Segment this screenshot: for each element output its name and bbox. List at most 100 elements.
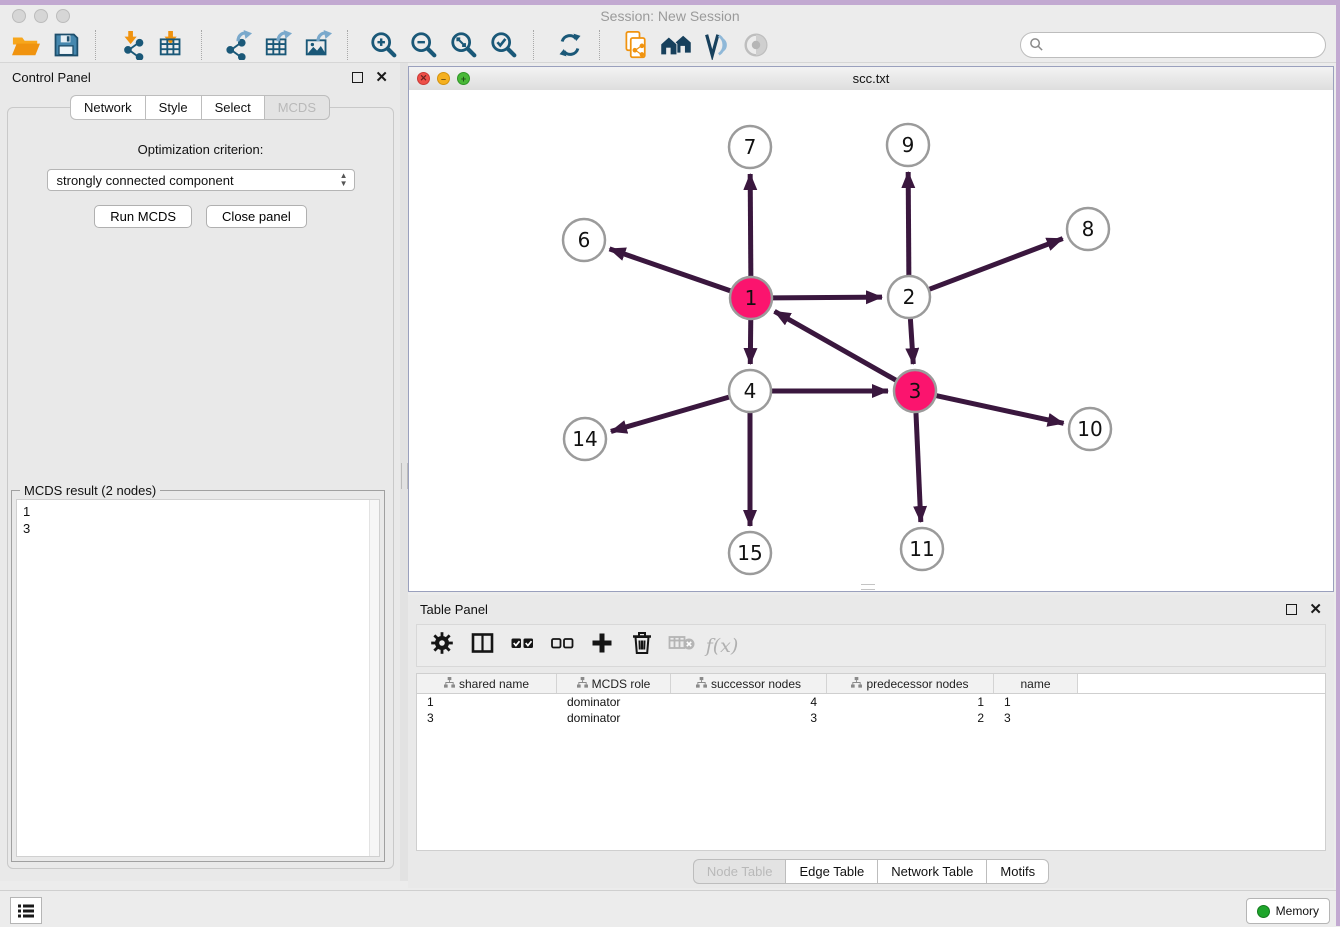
cell-name[interactable]: 3 xyxy=(994,710,1078,726)
network-close-button[interactable]: ✕ xyxy=(417,72,430,85)
column-label: MCDS role xyxy=(592,677,651,691)
table-row-2[interactable]: 3dominator323 xyxy=(417,710,1325,726)
column-header-successor-nodes[interactable]: successor nodes xyxy=(671,674,827,693)
table-row-1[interactable]: 1dominator411 xyxy=(417,694,1325,710)
import-network-button[interactable] xyxy=(112,28,152,62)
unselect-all-rows-button[interactable] xyxy=(549,633,575,659)
export-table-icon xyxy=(263,30,293,60)
cell-name[interactable]: 1 xyxy=(994,694,1078,710)
cell-shared-name[interactable]: 1 xyxy=(417,694,557,710)
select-all-rows-button[interactable] xyxy=(509,633,535,659)
node-7[interactable]: 7 xyxy=(729,126,771,168)
tab-network-table[interactable]: Network Table xyxy=(877,859,986,884)
import-table-button[interactable] xyxy=(152,28,192,62)
save-icon xyxy=(52,31,80,59)
tab-style[interactable]: Style xyxy=(145,95,201,120)
node-3[interactable]: 3 xyxy=(894,370,936,412)
export-image-button[interactable] xyxy=(298,28,338,62)
edge-3-10[interactable] xyxy=(936,396,1063,424)
tab-mcds[interactable]: MCDS xyxy=(264,95,330,120)
tab-edge-table[interactable]: Edge Table xyxy=(785,859,877,884)
edge-4-14[interactable] xyxy=(611,397,729,431)
node-11[interactable]: 11 xyxy=(901,528,943,570)
network-canvas[interactable]: 7 9 6 8 1 2 4 3 14 10 15 11 xyxy=(409,90,1333,591)
run-mcds-button[interactable]: Run MCDS xyxy=(94,205,192,228)
criterion-select[interactable]: strongly connected component ▲▼ xyxy=(47,169,355,191)
close-panel-icon[interactable]: ✕ xyxy=(375,73,388,82)
apply-layout-button[interactable] xyxy=(550,28,590,62)
column-header-name[interactable]: name xyxy=(994,674,1078,693)
network-minimize-button[interactable]: – xyxy=(437,72,450,85)
control-panel-title: Control Panel xyxy=(12,70,352,85)
node-6[interactable]: 6 xyxy=(563,219,605,261)
export-table-button[interactable] xyxy=(258,28,298,62)
node-4[interactable]: 4 xyxy=(729,370,771,412)
zoom-selected-button[interactable] xyxy=(484,28,524,62)
search-input[interactable] xyxy=(1044,36,1317,53)
panel-splitter[interactable] xyxy=(400,63,408,881)
delete-button[interactable] xyxy=(629,633,655,659)
tab-motifs[interactable]: Motifs xyxy=(986,859,1049,884)
save-session-button[interactable] xyxy=(46,28,86,62)
float-table-panel-icon[interactable] xyxy=(1286,604,1297,615)
zoom-in-icon xyxy=(369,30,399,60)
new-network-from-selection-button[interactable] xyxy=(616,28,656,62)
node-9[interactable]: 9 xyxy=(887,124,929,166)
node-1[interactable]: 1 xyxy=(730,277,772,319)
add-column-button[interactable] xyxy=(589,633,615,659)
column-settings-button[interactable] xyxy=(429,633,455,659)
zoom-in-button[interactable] xyxy=(364,28,404,62)
network-maximize-button[interactable]: + xyxy=(457,72,470,85)
memory-button[interactable]: Memory xyxy=(1246,898,1330,924)
splitter-grip[interactable] xyxy=(401,463,408,489)
node-14[interactable]: 14 xyxy=(564,418,606,460)
svg-text:14: 14 xyxy=(572,427,597,451)
close-table-panel-icon[interactable]: ✕ xyxy=(1309,605,1322,614)
edge-2-9[interactable] xyxy=(908,172,909,275)
mcds-result-text[interactable]: 13 xyxy=(16,499,380,857)
edge-3-1[interactable] xyxy=(774,311,895,380)
edge-1-2[interactable] xyxy=(773,297,882,298)
home-button[interactable] xyxy=(656,28,696,62)
edge-2-3[interactable] xyxy=(910,319,913,364)
tree-icon xyxy=(696,677,707,691)
trash-icon xyxy=(630,630,654,661)
task-history-button[interactable] xyxy=(10,897,42,924)
export-network-button[interactable] xyxy=(218,28,258,62)
node-8[interactable]: 8 xyxy=(1067,208,1109,250)
cell-MCDS-role[interactable]: dominator xyxy=(557,710,671,726)
import-table-icon xyxy=(157,30,187,60)
network-resize-handle[interactable] xyxy=(861,584,875,590)
tab-network[interactable]: Network xyxy=(70,95,145,120)
node-10[interactable]: 10 xyxy=(1069,408,1111,450)
cell-successor-nodes[interactable]: 4 xyxy=(671,694,827,710)
search-box[interactable] xyxy=(1020,32,1326,58)
cell-predecessor-nodes[interactable]: 2 xyxy=(827,710,994,726)
toolbar-separator xyxy=(95,30,109,60)
tab-select[interactable]: Select xyxy=(201,95,264,120)
network-titlebar[interactable]: ✕ – + scc.txt xyxy=(409,67,1333,91)
cell-MCDS-role[interactable]: dominator xyxy=(557,694,671,710)
zoom-fit-button[interactable] xyxy=(444,28,484,62)
cell-shared-name[interactable]: 3 xyxy=(417,710,557,726)
edge-2-8[interactable] xyxy=(930,239,1063,290)
close-panel-button[interactable]: Close panel xyxy=(206,205,307,228)
edge-3-11[interactable] xyxy=(916,413,921,522)
node-15[interactable]: 15 xyxy=(729,532,771,574)
result-scrollbar[interactable] xyxy=(369,500,379,856)
edge-1-7[interactable] xyxy=(750,174,751,276)
tab-node-table[interactable]: Node Table xyxy=(693,859,786,884)
open-session-button[interactable] xyxy=(6,28,46,62)
split-table-view-button[interactable] xyxy=(469,633,495,659)
float-panel-icon[interactable] xyxy=(352,72,363,83)
edge-1-6[interactable] xyxy=(610,249,731,291)
column-header-MCDS-role[interactable]: MCDS role xyxy=(557,674,671,693)
column-header-predecessor-nodes[interactable]: predecessor nodes xyxy=(827,674,994,693)
optimization-criterion-label: Optimization criterion: xyxy=(8,142,393,157)
column-header-shared-name[interactable]: shared name xyxy=(417,674,557,693)
cell-successor-nodes[interactable]: 3 xyxy=(671,710,827,726)
node-2[interactable]: 2 xyxy=(888,276,930,318)
zoom-out-button[interactable] xyxy=(404,28,444,62)
cell-predecessor-nodes[interactable]: 1 xyxy=(827,694,994,710)
style-preview-button[interactable] xyxy=(696,28,736,62)
